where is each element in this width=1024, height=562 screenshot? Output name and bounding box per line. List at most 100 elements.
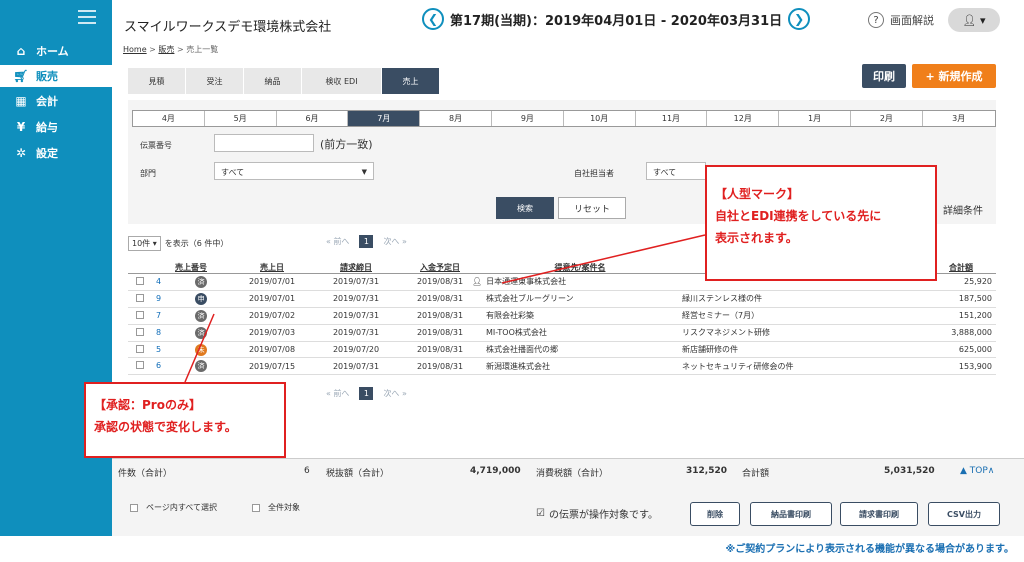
top-link[interactable]: ▲ TOP∧: [960, 466, 994, 476]
help-link[interactable]: ? 画面解説: [868, 12, 934, 28]
col-billing-date[interactable]: 請求締日: [314, 262, 398, 274]
menu-icon[interactable]: [78, 10, 96, 28]
department-select[interactable]: すべて ▼: [214, 162, 374, 180]
department-label: 部門: [140, 169, 156, 178]
tab-sales[interactable]: 売上: [382, 68, 440, 94]
tax-value: 312,520: [686, 466, 727, 476]
owner-select[interactable]: すべて: [646, 162, 706, 180]
sales-date: 2019/07/15: [230, 357, 314, 376]
month-selector: 4月 5月 6月 7月 8月 9月 10月 11月 12月 1月 2月 3月: [132, 110, 996, 127]
breadcrumb-home[interactable]: Home: [123, 45, 147, 54]
row-checkbox[interactable]: [136, 344, 144, 353]
total-value: 5,031,520: [884, 466, 935, 476]
month-tab[interactable]: 12月: [707, 111, 780, 126]
month-tab[interactable]: 11月: [636, 111, 708, 126]
print-button[interactable]: 印刷: [862, 64, 906, 88]
sales-number-link[interactable]: 5: [156, 345, 161, 354]
sidebar-item-accounting[interactable]: ▦ 会計: [0, 90, 112, 112]
month-tab[interactable]: 9月: [492, 111, 564, 126]
month-tab[interactable]: 10月: [564, 111, 636, 126]
row-checkbox[interactable]: [136, 327, 144, 336]
table-row[interactable]: 5 未 2019/07/08 2019/07/20 2019/08/31 株式会社播面代の…: [128, 341, 996, 359]
slip-number-input[interactable]: [214, 134, 314, 152]
sidebar-item-payroll[interactable]: ¥ 給与: [0, 116, 112, 138]
month-tab[interactable]: 2月: [851, 111, 923, 126]
company-name: スマイルワークスデモ環境株式会社: [124, 20, 332, 35]
breadcrumb-sales[interactable]: 販売: [158, 45, 174, 54]
prev-page-link[interactable]: « 前へ: [326, 388, 349, 399]
billing-date: 2019/07/31: [314, 273, 398, 291]
document-tabs: 見積 受注 納品 検収 EDI 売上: [128, 68, 440, 94]
next-period-button[interactable]: ❯: [788, 8, 811, 30]
result-count: を表示（6 件中）: [164, 239, 229, 248]
next-page-link[interactable]: 次へ »: [383, 388, 406, 399]
period-label: 第17期(当期)：2019年04月01日 - 2020年03月31日: [450, 13, 783, 29]
row-checkbox[interactable]: [136, 293, 144, 302]
sidebar-item-home[interactable]: ⌂ ホーム: [0, 40, 112, 62]
project-name: ネットセキュリティ研修会の件: [678, 357, 926, 376]
month-tab[interactable]: 4月: [133, 111, 205, 126]
sidebar-item-sales[interactable]: 🛒︎ 販売: [0, 65, 112, 87]
delivery-print-button[interactable]: 納品書印刷: [750, 502, 832, 526]
approval-status-badge: 未: [195, 343, 208, 356]
row-total: 151,200: [926, 307, 996, 325]
sales-number-link[interactable]: 7: [156, 311, 161, 320]
table-row[interactable]: 6 済 2019/07/15 2019/07/31 2019/08/31 新潟環進株式会社…: [128, 357, 996, 376]
row-checkbox[interactable]: [136, 310, 144, 319]
table-row[interactable]: 9 申 2019/07/01 2019/07/31 2019/08/31 株式会社ブルーグ…: [128, 290, 996, 308]
sidebar-item-settings[interactable]: ✲ 設定: [0, 142, 112, 164]
project-name: 新店舗研修の件: [678, 341, 926, 359]
table-row[interactable]: 7 済 2019/07/02 2019/07/31 2019/08/31 有限会社彩築 経営…: [128, 307, 996, 325]
tab-delivery[interactable]: 納品: [244, 68, 302, 94]
row-checkbox[interactable]: [136, 361, 144, 370]
period-selector: ❮ 第17期(当期)：2019年04月01日 - 2020年03月31日 ❯: [422, 8, 811, 30]
new-button[interactable]: + 新規作成: [912, 64, 996, 88]
invoice-print-button[interactable]: 請求書印刷: [840, 502, 918, 526]
csv-export-button[interactable]: CSV出力: [928, 502, 1000, 526]
user-menu-button[interactable]: 👤︎ ▾: [948, 8, 1000, 32]
col-sales-no[interactable]: 売上番号: [152, 262, 230, 274]
approval-status-badge: 申: [195, 292, 208, 305]
tab-order[interactable]: 受注: [186, 68, 244, 94]
table-row[interactable]: 8 済 2019/07/03 2019/07/31 2019/08/31 MI-TOO株式…: [128, 324, 996, 342]
approval-status-badge: 済: [195, 309, 208, 322]
sales-number-link[interactable]: 6: [156, 361, 161, 370]
calculator-icon: ▦: [15, 94, 27, 108]
sales-date: 2019/07/01: [230, 273, 314, 291]
current-page[interactable]: 1: [359, 387, 374, 400]
app: ⌂ ホーム 🛒︎ 販売 ▦ 会計 ¥ 給与 ✲ 設定 スマイルワークスデモ環境株式会社 ❮…: [0, 0, 1024, 562]
month-tab[interactable]: 6月: [277, 111, 349, 126]
select-page-checkbox[interactable]: ページ内すべて選択: [130, 502, 217, 513]
detail-conditions-link[interactable]: 詳細条件: [943, 202, 983, 217]
sales-number-link[interactable]: 4: [156, 277, 161, 286]
sales-number-link[interactable]: 9: [156, 294, 161, 303]
col-due-date[interactable]: 入金予定日: [398, 262, 482, 274]
prev-page-link[interactable]: « 前へ: [326, 236, 349, 247]
next-page-link[interactable]: 次へ »: [383, 236, 406, 247]
month-tab[interactable]: 1月: [779, 111, 851, 126]
month-tab[interactable]: 8月: [420, 111, 492, 126]
delete-button[interactable]: 削除: [690, 502, 740, 526]
month-tab[interactable]: 3月: [923, 111, 995, 126]
prev-period-button[interactable]: ❮: [422, 8, 444, 30]
tab-inspection-edi[interactable]: 検収 EDI: [302, 68, 382, 94]
current-page[interactable]: 1: [359, 235, 374, 248]
reset-button[interactable]: リセット: [558, 197, 626, 219]
approval-callout: 【承認：Proのみ】 承認の状態で変化します。: [84, 382, 286, 458]
tab-estimate[interactable]: 見積: [128, 68, 186, 94]
month-tab-selected[interactable]: 7月: [348, 111, 421, 126]
per-page-control: 10件 ▾ を表示（6 件中）: [128, 236, 228, 251]
count-label: 件数（合計）: [118, 469, 173, 479]
col-customer[interactable]: 得意先/案件名: [482, 262, 678, 274]
all-records-checkbox[interactable]: 全件対象: [252, 502, 300, 513]
per-page-select[interactable]: 10件 ▾: [128, 236, 161, 251]
project-name: 緑川ステンレス様の件: [678, 290, 926, 308]
row-checkbox[interactable]: [136, 276, 144, 285]
edi-person-icon: 👤︎: [472, 277, 483, 287]
gear-icon: ✲: [15, 146, 27, 160]
col-sales-date[interactable]: 売上日: [230, 262, 314, 274]
sales-number-link[interactable]: 8: [156, 328, 161, 337]
month-tab[interactable]: 5月: [205, 111, 277, 126]
sales-date: 2019/07/03: [230, 324, 314, 342]
search-button[interactable]: 検索: [496, 197, 554, 219]
